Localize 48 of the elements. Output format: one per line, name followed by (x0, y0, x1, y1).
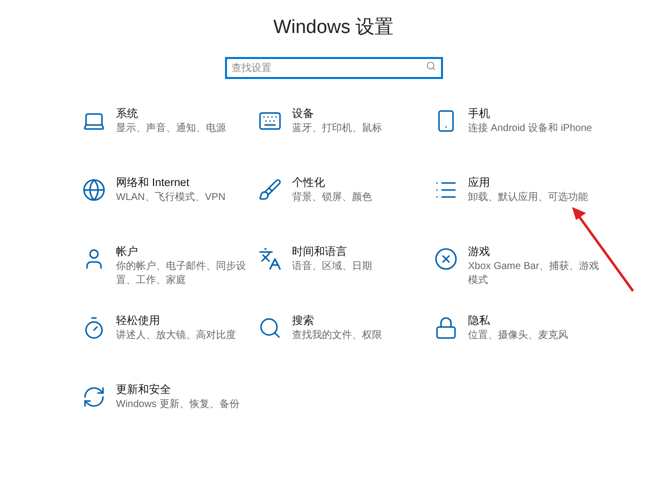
tile-title: 设备 (292, 106, 315, 122)
settings-tile[interactable]: 搜索 查找我的文件、权限 (258, 314, 434, 362)
tile-description: 语音、区域、日期 (292, 260, 373, 274)
sync-icon (82, 384, 106, 408)
tile-description: 背景、锁屏、颜色 (292, 190, 373, 204)
search-icon (258, 316, 282, 340)
lock-icon (434, 316, 458, 340)
window-title: Windows 设置 (273, 16, 394, 40)
settings-tile[interactable]: 帐户 你的帐户、电子邮件、同步设置、工作、家庭 (82, 244, 258, 294)
settings-tile[interactable]: 隐私 位置、摄像头、麦克风 (434, 314, 610, 362)
globe-icon (82, 178, 106, 202)
settings-tile[interactable]: 轻松使用 讲述人、放大镜、高对比度 (82, 314, 258, 362)
tile-description: 连接 Android 设备和 iPhone (468, 122, 593, 136)
tile-description: 卸载、默认应用、可选功能 (468, 190, 589, 204)
tile-title: 搜索 (292, 314, 315, 328)
search-icon (426, 60, 436, 70)
settings-tile[interactable]: 更新和安全 Windows 更新、恢复、备份 (82, 382, 258, 432)
settings-tile[interactable]: 游戏 Xbox Game Bar、捕获、游戏模式 (434, 244, 610, 294)
language-icon (258, 246, 282, 270)
tile-title: 系统 (116, 106, 139, 122)
tile-title: 手机 (468, 106, 491, 122)
tile-description: WLAN、飞行模式、VPN (116, 190, 226, 204)
settings-tile[interactable]: 时间和语言 语音、区域、日期 (258, 244, 434, 294)
settings-tile[interactable]: 系统 显示、声音、通知、电源 (82, 106, 258, 156)
tile-title: 网络和 Internet (116, 176, 190, 190)
tile-description: 蓝牙、打印机、鼠标 (292, 122, 383, 136)
brush-icon (258, 178, 282, 202)
search-field[interactable]: 查找设置 (224, 57, 442, 79)
tile-title: 隐私 (468, 314, 491, 328)
tile-title: 轻松使用 (116, 314, 161, 328)
tile-description: 查找我的文件、权限 (292, 328, 383, 342)
tile-description: 显示、声音、通知、电源 (116, 122, 227, 136)
tile-title: 游戏 (468, 244, 491, 260)
tile-title: 时间和语言 (292, 244, 348, 260)
tile-title: 更新和安全 (116, 382, 172, 398)
settings-tile[interactable]: 应用 卸载、默认应用、可选功能 (434, 176, 610, 224)
tile-description: 讲述人、放大镜、高对比度 (116, 328, 237, 342)
tile-title: 应用 (468, 176, 491, 190)
tile-title: 个性化 (292, 176, 326, 190)
tile-title: 帐户 (116, 244, 139, 260)
tile-description: 你的帐户、电子邮件、同步设置、工作、家庭 (116, 260, 247, 288)
settings-tile[interactable]: 设备 蓝牙、打印机、鼠标 (258, 106, 434, 156)
tile-description: Xbox Game Bar、捕获、游戏模式 (468, 260, 600, 288)
settings-tile[interactable]: 手机 连接 Android 设备和 iPhone (434, 106, 610, 156)
settings-tile[interactable]: 个性化 背景、锁屏、颜色 (258, 176, 434, 224)
settings-tile[interactable]: 网络和 Internet WLAN、飞行模式、VPN (82, 176, 258, 224)
tile-description: Windows 更新、恢复、备份 (116, 398, 240, 412)
tile-description: 位置、摄像头、麦克风 (468, 328, 569, 342)
